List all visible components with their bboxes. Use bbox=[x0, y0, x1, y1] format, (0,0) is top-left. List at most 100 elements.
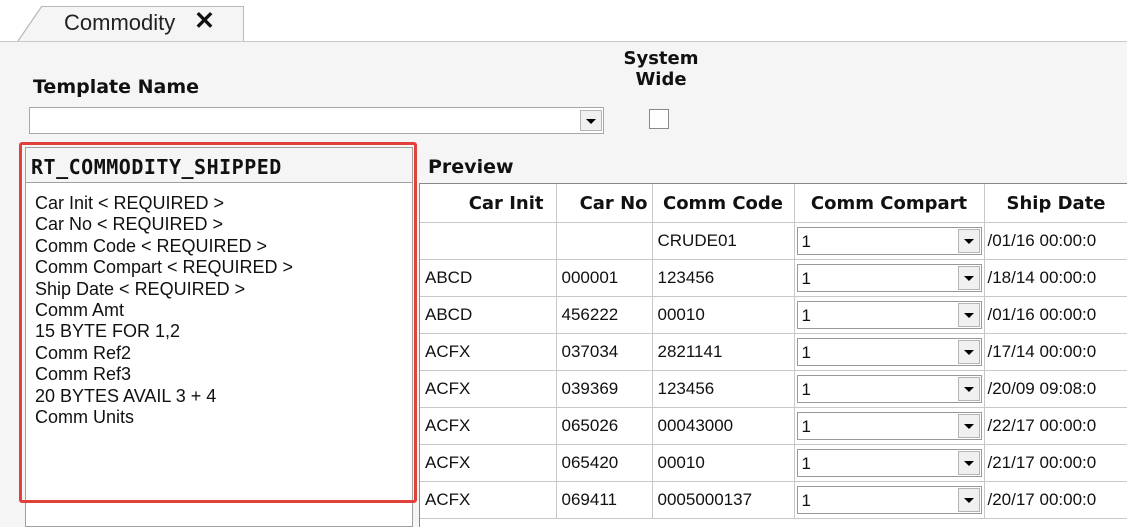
column-header-car-no[interactable]: Car No bbox=[556, 184, 653, 223]
cell-ship-date[interactable]: /01/16 00:00:0 bbox=[984, 222, 1127, 260]
chevron-down-icon bbox=[963, 350, 974, 355]
tab-strip-divider bbox=[0, 41, 1127, 42]
cell-ship-date[interactable]: /17/14 00:00:0 bbox=[984, 333, 1127, 371]
table-row[interactable]: ACFX 065420 00010 1/21/17 00:00:0 bbox=[420, 444, 1127, 482]
cell-car-no[interactable]: 037034 bbox=[556, 333, 653, 371]
field-item-comm-units[interactable]: Comm Units bbox=[35, 407, 412, 428]
cell-car-init[interactable]: ACFX bbox=[420, 407, 557, 445]
cell-car-init[interactable]: ACFX bbox=[420, 481, 557, 519]
cell-comm-code[interactable]: 0005000137 bbox=[652, 481, 795, 519]
cell-car-init[interactable]: ABCD bbox=[420, 296, 557, 334]
table-row[interactable]: ABCD 456222 00010 1/01/16 00:00:0 bbox=[420, 296, 1127, 334]
cell-comm-compart: 1 bbox=[794, 444, 985, 482]
field-item-comm-ref3[interactable]: Comm Ref3 bbox=[35, 364, 412, 385]
cell-ship-date[interactable]: /22/17 00:00:0 bbox=[984, 407, 1127, 445]
system-wide-checkbox[interactable] bbox=[649, 109, 669, 129]
comm-compart-select[interactable]: 1 bbox=[796, 412, 982, 440]
comm-compart-dropdown-button[interactable] bbox=[957, 414, 980, 438]
chevron-down-icon bbox=[963, 424, 974, 429]
table-row[interactable]: ACFX 065026 00043000 1/22/17 00:00:0 bbox=[420, 407, 1127, 445]
column-header-ship-date[interactable]: Ship Date bbox=[984, 184, 1127, 223]
cell-ship-date[interactable]: /20/09 09:08:0 bbox=[984, 370, 1127, 408]
field-list-title: RT_COMMODITY_SHIPPED bbox=[31, 155, 282, 179]
comm-compart-value: 1 bbox=[801, 306, 811, 325]
system-wide-label: System Wide bbox=[623, 48, 699, 90]
comm-compart-dropdown-button[interactable] bbox=[957, 266, 980, 290]
preview-grid[interactable]: Car Init Car No Comm Code Comm Compart S… bbox=[419, 183, 1127, 527]
cell-comm-code[interactable]: 123456 bbox=[652, 370, 795, 408]
comm-compart-dropdown-button[interactable] bbox=[957, 303, 980, 327]
field-item-20-bytes[interactable]: 20 BYTES AVAIL 3 + 4 bbox=[35, 386, 412, 407]
comm-compart-dropdown-button[interactable] bbox=[957, 451, 980, 475]
field-item-comm-ref2[interactable]: Comm Ref2 bbox=[35, 343, 412, 364]
cell-car-init[interactable]: ACFX bbox=[420, 370, 557, 408]
cell-ship-date[interactable]: /18/14 00:00:0 bbox=[984, 259, 1127, 297]
preview-table: Car Init Car No Comm Code Comm Compart S… bbox=[420, 184, 1127, 519]
close-icon[interactable]: ✕ bbox=[194, 9, 215, 34]
cell-car-init[interactable]: ABCD bbox=[420, 259, 557, 297]
cell-comm-code[interactable]: CRUDE01 bbox=[652, 222, 795, 260]
field-item-comm-amt[interactable]: Comm Amt bbox=[35, 300, 412, 321]
comm-compart-dropdown-button[interactable] bbox=[957, 229, 980, 253]
preview-label: Preview bbox=[428, 156, 514, 178]
cell-car-no[interactable]: 039369 bbox=[556, 370, 653, 408]
cell-comm-compart: 1 bbox=[794, 370, 985, 408]
comm-compart-select[interactable]: 1 bbox=[796, 338, 982, 366]
comm-compart-select[interactable]: 1 bbox=[796, 375, 982, 403]
table-row[interactable]: ACFX 037034 2821141 1/17/14 00:00:0 bbox=[420, 333, 1127, 371]
comm-compart-select[interactable]: 1 bbox=[796, 449, 982, 477]
field-item-car-no[interactable]: Car No < REQUIRED > bbox=[35, 214, 412, 235]
column-header-comm-code[interactable]: Comm Code bbox=[652, 184, 795, 223]
comm-compart-dropdown-button[interactable] bbox=[957, 340, 980, 364]
template-dropdown-button[interactable] bbox=[580, 110, 602, 131]
preview-header-row: Car Init Car No Comm Code Comm Compart S… bbox=[420, 184, 1127, 223]
cell-comm-compart: 1 bbox=[794, 296, 985, 334]
column-header-comm-compart[interactable]: Comm Compart bbox=[794, 184, 985, 223]
cell-ship-date[interactable]: /01/16 00:00:0 bbox=[984, 296, 1127, 334]
cell-ship-date[interactable]: /20/17 00:00:0 bbox=[984, 481, 1127, 519]
cell-car-no[interactable]: 065026 bbox=[556, 407, 653, 445]
comm-compart-dropdown-button[interactable] bbox=[957, 488, 980, 512]
comm-compart-select[interactable]: 1 bbox=[796, 227, 982, 255]
field-item-car-init[interactable]: Car Init < REQUIRED > bbox=[35, 193, 412, 214]
field-list[interactable]: Car Init < REQUIRED > Car No < REQUIRED … bbox=[25, 183, 413, 527]
comm-compart-value: 1 bbox=[801, 343, 811, 362]
comm-compart-select[interactable]: 1 bbox=[796, 301, 982, 329]
table-row[interactable]: ABCD 000001 123456 1/18/14 00:00:0 bbox=[420, 259, 1127, 297]
field-item-comm-code[interactable]: Comm Code < REQUIRED > bbox=[35, 236, 412, 257]
template-name-select[interactable] bbox=[29, 107, 604, 134]
cell-car-init[interactable] bbox=[420, 222, 557, 260]
cell-car-no[interactable]: 069411 bbox=[556, 481, 653, 519]
cell-comm-compart: 1 bbox=[794, 407, 985, 445]
field-item-15-byte[interactable]: 15 BYTE FOR 1,2 bbox=[35, 321, 412, 342]
comm-compart-select[interactable]: 1 bbox=[796, 264, 982, 292]
cell-car-no[interactable]: 000001 bbox=[556, 259, 653, 297]
cell-comm-code[interactable]: 00010 bbox=[652, 444, 795, 482]
chevron-down-icon bbox=[963, 239, 974, 244]
cell-car-no[interactable] bbox=[556, 222, 653, 260]
field-list-header: RT_COMMODITY_SHIPPED bbox=[25, 147, 413, 183]
cell-car-no[interactable]: 456222 bbox=[556, 296, 653, 334]
table-row[interactable]: ACFX 069411 0005000137 1/20/17 00:00:0 bbox=[420, 481, 1127, 519]
cell-comm-code[interactable]: 00010 bbox=[652, 296, 795, 334]
cell-car-init[interactable]: ACFX bbox=[420, 444, 557, 482]
field-item-ship-date[interactable]: Ship Date < REQUIRED > bbox=[35, 279, 412, 300]
comm-compart-value: 1 bbox=[801, 380, 811, 399]
cell-comm-compart: 1 bbox=[794, 481, 985, 519]
comm-compart-select[interactable]: 1 bbox=[796, 486, 982, 514]
cell-comm-code[interactable]: 123456 bbox=[652, 259, 795, 297]
comm-compart-value: 1 bbox=[801, 417, 811, 436]
comm-compart-dropdown-button[interactable] bbox=[957, 377, 980, 401]
column-header-car-init[interactable]: Car Init bbox=[420, 184, 557, 223]
cell-car-init[interactable]: ACFX bbox=[420, 333, 557, 371]
comm-compart-value: 1 bbox=[801, 454, 811, 473]
comm-compart-value: 1 bbox=[801, 232, 811, 251]
field-item-comm-compart[interactable]: Comm Compart < REQUIRED > bbox=[35, 257, 412, 278]
cell-ship-date[interactable]: /21/17 00:00:0 bbox=[984, 444, 1127, 482]
chevron-down-icon bbox=[586, 118, 596, 124]
cell-comm-code[interactable]: 2821141 bbox=[652, 333, 795, 371]
table-row[interactable]: CRUDE01 1/01/16 00:00:0 bbox=[420, 222, 1127, 260]
cell-car-no[interactable]: 065420 bbox=[556, 444, 653, 482]
table-row[interactable]: ACFX 039369 123456 1/20/09 09:08:0 bbox=[420, 370, 1127, 408]
cell-comm-code[interactable]: 00043000 bbox=[652, 407, 795, 445]
